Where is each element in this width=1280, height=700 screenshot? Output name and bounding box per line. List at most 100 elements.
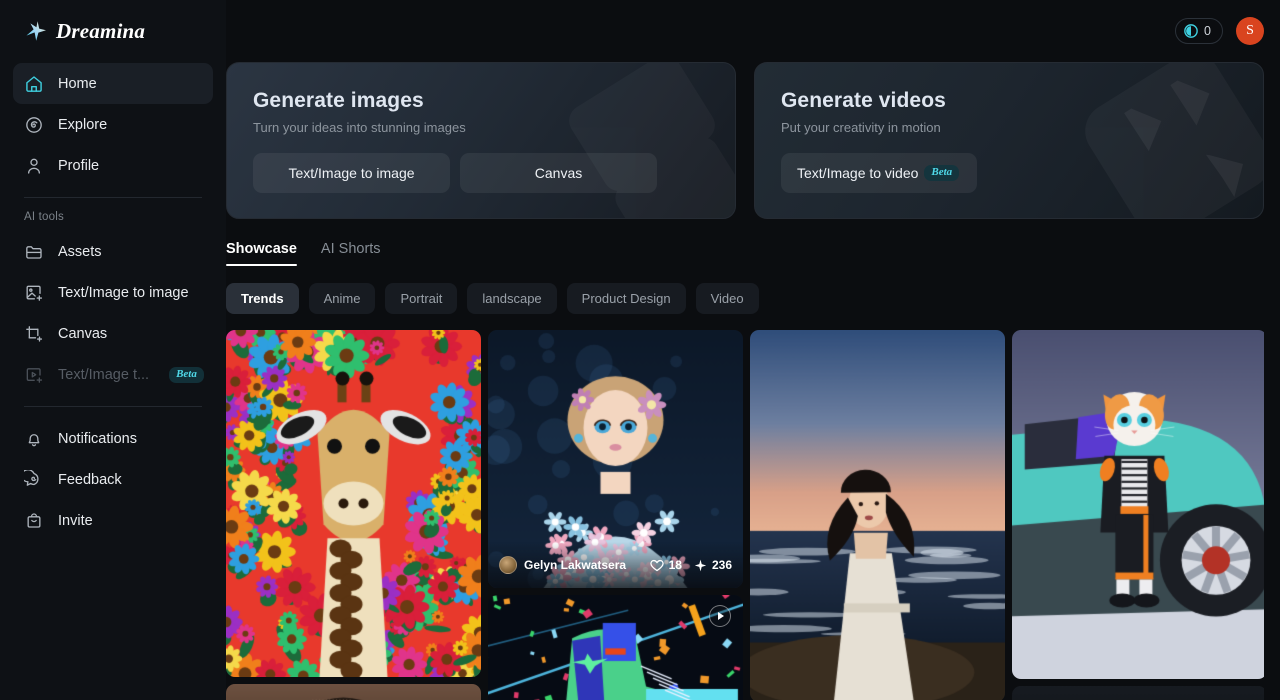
sidebar-item-label: Text/Image to image <box>58 284 189 301</box>
chip-label: Portrait <box>400 291 443 306</box>
sidebar-divider-1 <box>24 197 202 198</box>
image-plus-icon <box>26 285 43 301</box>
artwork-image <box>488 595 743 700</box>
artwork-image <box>226 330 481 677</box>
credits-value: 0 <box>1204 24 1211 38</box>
showcase-tabs: Showcase AI Shorts <box>226 241 1264 266</box>
tab-label: AI Shorts <box>320 241 381 257</box>
sidebar-item-label: Explore <box>58 116 108 133</box>
artwork-image <box>750 330 1005 700</box>
sidebar-item-notifications[interactable]: Notifications <box>13 418 213 459</box>
author-avatar <box>499 556 517 574</box>
gift-bag-icon <box>27 512 41 528</box>
button-label: Text/Image to video <box>797 165 919 181</box>
sidebar-divider-2 <box>24 406 202 407</box>
sidebar-tools-nav: Assets Text/Image to image Canvas Text/I… <box>13 231 213 395</box>
canvas-button[interactable]: Canvas <box>460 153 657 193</box>
gallery-column <box>1012 330 1264 700</box>
canvas-frame-icon <box>26 325 43 342</box>
chip-video[interactable]: Video <box>695 283 759 314</box>
hero-images-decoration <box>227 63 735 219</box>
tab-ai-shorts[interactable]: AI Shorts <box>321 241 381 266</box>
hero-buttons: Text/Image to image Canvas <box>253 153 735 193</box>
chip-product-design[interactable]: Product Design <box>566 283 686 314</box>
chip-anime[interactable]: Anime <box>308 283 376 314</box>
like-value: 18 <box>668 558 682 572</box>
chip-trends[interactable]: Trends <box>226 283 299 314</box>
tab-label: Showcase <box>226 241 297 257</box>
gallery-column: Gelyn Lakwatsera 18 236 <box>488 330 743 700</box>
sidebar-item-label: Text/Image t... <box>58 366 150 383</box>
gallery-tile-cat-supercar[interactable] <box>1012 330 1264 679</box>
play-video-button[interactable] <box>709 605 731 627</box>
sidebar-item-invite[interactable]: Invite <box>13 500 213 541</box>
main-area: 0 S Generate images Turn your ideas into… <box>226 0 1280 700</box>
showcase-gallery: Gelyn Lakwatsera 18 236 <box>226 330 1264 700</box>
gallery-column <box>750 330 1005 700</box>
sidebar-item-home[interactable]: Home <box>13 63 213 104</box>
use-value: 236 <box>711 558 732 572</box>
artwork-image <box>226 684 481 700</box>
sidebar-item-assets[interactable]: Assets <box>13 231 213 272</box>
sparkle-star-icon <box>26 21 46 41</box>
sidebar-item-text-image-to-video[interactable]: Text/Image t... Beta <box>13 354 213 395</box>
sidebar-item-label: Invite <box>58 512 93 529</box>
hero-card-generate-images: Generate images Turn your ideas into stu… <box>226 62 736 219</box>
category-chips: Trends Anime Portrait landscape Product … <box>226 283 1264 314</box>
hero-subtitle: Turn your ideas into stunning images <box>253 120 466 135</box>
hero-buttons: Text/Image to video Beta <box>781 153 1263 193</box>
gallery-column <box>226 330 481 700</box>
button-label: Canvas <box>534 165 583 181</box>
sidebar-item-label: Assets <box>58 243 102 260</box>
sidebar-item-feedback[interactable]: Feedback <box>13 459 213 500</box>
hero-card-generate-videos: Generate videos Put your creativity in m… <box>754 62 1264 219</box>
text-image-to-image-button[interactable]: Text/Image to image <box>253 153 450 193</box>
sidebar-item-label: Profile <box>58 157 100 174</box>
video-plus-icon <box>26 367 43 383</box>
home-icon <box>26 75 42 92</box>
artwork-image <box>1012 686 1264 700</box>
gallery-tile-below-fold[interactable] <box>1012 686 1264 700</box>
content: Generate images Turn your ideas into stu… <box>226 62 1280 700</box>
user-icon <box>28 158 40 174</box>
like-count: 18 <box>649 558 682 572</box>
gallery-tile-neon-sneaker[interactable] <box>488 595 743 700</box>
sidebar-item-explore[interactable]: Explore <box>13 104 213 145</box>
gallery-tile-beach-woman[interactable] <box>750 330 1005 700</box>
artwork-image <box>1012 330 1264 679</box>
chip-label: landscape <box>482 291 542 306</box>
hero-subtitle: Put your creativity in motion <box>781 120 941 135</box>
hero-videos-decoration <box>1124 80 1244 198</box>
bell-icon <box>28 433 40 446</box>
gallery-tile-portrait-brown[interactable] <box>226 684 481 700</box>
compass-icon <box>26 116 42 133</box>
hero-title: Generate videos <box>781 89 946 112</box>
chip-portrait[interactable]: Portrait <box>385 283 458 314</box>
app-root: Dreamina Home Explore Profile AI tools A… <box>0 0 1280 700</box>
sidebar-item-label: Feedback <box>58 471 122 488</box>
sidebar-item-label: Canvas <box>58 325 108 342</box>
hero-title: Generate images <box>253 89 424 112</box>
text-image-to-video-button[interactable]: Text/Image to video Beta <box>781 153 977 193</box>
gallery-tile-doll-flowers[interactable]: Gelyn Lakwatsera 18 236 <box>488 330 743 588</box>
use-count: 236 <box>694 558 732 572</box>
chip-landscape[interactable]: landscape <box>467 283 557 314</box>
folder-icon <box>26 245 42 259</box>
sidebar-item-text-image-to-image[interactable]: Text/Image to image <box>13 272 213 313</box>
brand[interactable]: Dreamina <box>13 0 213 62</box>
credit-coin-icon <box>1184 24 1198 38</box>
play-triangle-icon <box>718 612 724 620</box>
chat-bubble-icon <box>24 469 39 486</box>
sidebar-item-profile[interactable]: Profile <box>13 145 213 186</box>
tab-showcase[interactable]: Showcase <box>226 241 297 266</box>
tile-info-overlay: Gelyn Lakwatsera 18 236 <box>488 542 743 588</box>
chip-label: Video <box>710 291 744 306</box>
tile-stats: 18 236 <box>649 558 732 572</box>
chip-label: Trends <box>241 291 284 306</box>
topbar: 0 S <box>226 0 1280 62</box>
credits-badge[interactable]: 0 <box>1175 18 1223 44</box>
gallery-tile-giraffe-flowers[interactable] <box>226 330 481 677</box>
avatar[interactable]: S <box>1236 17 1264 45</box>
beta-badge: Beta <box>924 165 960 181</box>
sidebar-item-canvas[interactable]: Canvas <box>13 313 213 354</box>
